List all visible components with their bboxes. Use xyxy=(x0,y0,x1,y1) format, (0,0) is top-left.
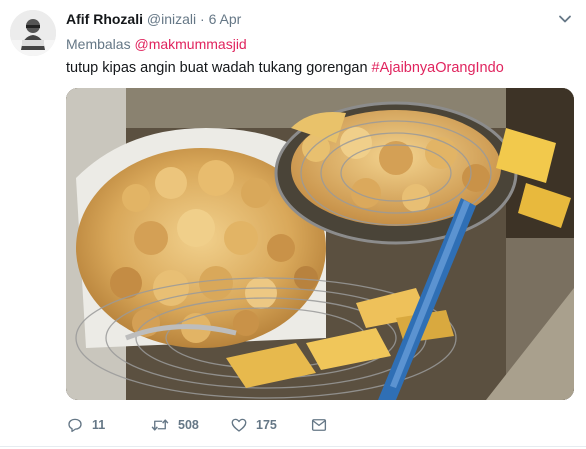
author-handle[interactable]: @inizali xyxy=(147,11,196,27)
retweet-count: 508 xyxy=(178,418,199,432)
heart-icon[interactable] xyxy=(230,416,248,434)
tweet-body: tutup kipas angin buat wadah tukang gore… xyxy=(66,60,368,76)
envelope-icon[interactable] xyxy=(310,416,328,434)
tweet-header: Afif Rhozali @inizali · 6 Apr xyxy=(66,10,241,28)
tweet-text: tutup kipas angin buat wadah tukang gore… xyxy=(66,60,504,76)
hashtag-link[interactable]: #AjaibnyaOrangIndo xyxy=(372,60,504,76)
dm-action[interactable] xyxy=(310,414,328,436)
like-count: 175 xyxy=(256,418,277,432)
tweet-card[interactable]: Afif Rhozali @inizali · 6 Apr Membalas @… xyxy=(0,0,586,449)
chevron-down-icon[interactable] xyxy=(558,12,572,26)
like-action[interactable]: 175 xyxy=(230,414,277,436)
reply-action[interactable]: 11 xyxy=(66,414,105,436)
author-name[interactable]: Afif Rhozali xyxy=(66,11,143,27)
avatar[interactable] xyxy=(10,10,56,56)
reply-context: Membalas @makmummasjid xyxy=(66,36,247,52)
retweet-icon[interactable] xyxy=(150,416,170,434)
tweet-date[interactable]: 6 Apr xyxy=(209,11,242,27)
reply-count: 11 xyxy=(92,418,106,432)
tweet-photo[interactable] xyxy=(66,88,574,400)
retweet-action[interactable]: 508 xyxy=(150,414,199,436)
reply-mention-link[interactable]: @makmummasjid xyxy=(134,36,246,52)
separator-dot: · xyxy=(200,11,205,27)
divider xyxy=(0,446,586,447)
reply-prefix: Membalas xyxy=(66,36,131,52)
comment-bubble-icon[interactable] xyxy=(66,416,84,434)
